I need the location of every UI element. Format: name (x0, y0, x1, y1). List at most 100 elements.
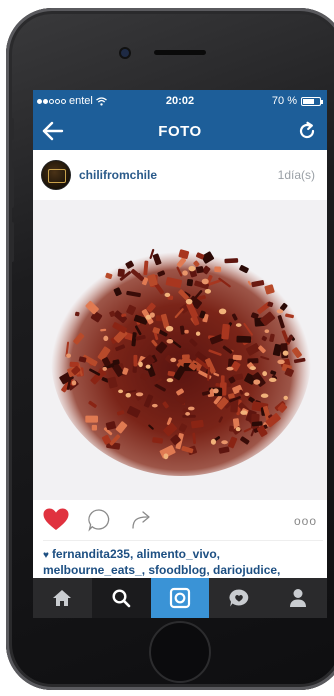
chili-seed (102, 366, 107, 371)
tab-search[interactable] (91, 578, 151, 618)
chili-flake (91, 424, 98, 431)
chili-seed (125, 392, 131, 398)
chili-seed (138, 361, 143, 368)
chili-seed (71, 380, 77, 386)
avatar-logo (48, 169, 66, 183)
post-actions: ooo (33, 500, 327, 540)
chili-flake (184, 329, 189, 334)
status-bar: entel 20:02 70 % (33, 90, 327, 112)
chili-seed (204, 288, 212, 294)
chili-seed (187, 406, 195, 411)
chili-flake (133, 354, 138, 367)
chili-flake (224, 258, 239, 264)
chili-seed (249, 366, 256, 371)
refresh-icon[interactable] (297, 121, 317, 141)
chili-seed (235, 427, 241, 432)
comment-icon[interactable] (87, 508, 111, 532)
battery-icon (301, 96, 323, 106)
post-header: chilifromchile 1día(s) (33, 150, 327, 200)
tab-bar (33, 578, 327, 618)
chili-seed (151, 403, 158, 408)
chili-seed (244, 392, 250, 397)
chili-seed (185, 298, 193, 305)
home-button[interactable] (149, 621, 211, 683)
heart-icon[interactable] (43, 508, 69, 531)
chili-flake (250, 413, 260, 429)
chili-seed (240, 410, 248, 415)
app-screen: entel 20:02 70 % FOTO chilifromchile 1dí… (33, 90, 327, 618)
chili-flake (280, 343, 289, 359)
post-photo[interactable] (33, 200, 327, 500)
chili-seed (264, 329, 270, 333)
page-title: FOTO (158, 123, 202, 140)
chili-seed (66, 353, 71, 358)
avatar[interactable] (41, 160, 71, 190)
chili-flake (236, 335, 252, 343)
profile-icon (289, 589, 306, 607)
volume-down-button (9, 222, 14, 262)
earpiece-speaker (154, 50, 206, 55)
chili-seed (182, 270, 188, 276)
camera-icon (169, 587, 191, 609)
chili-seed (276, 309, 284, 314)
chili-seed (213, 388, 219, 394)
chili-seed (145, 364, 151, 369)
likes-line: ♥ fernandita235, alimento_vivo, melbourne… (43, 540, 323, 577)
chili-seed (188, 265, 196, 272)
chili-seed (201, 278, 209, 285)
chili-seed (282, 350, 289, 356)
tab-activity[interactable] (209, 578, 268, 618)
chili-seed (210, 438, 217, 445)
chili-flakes-image (51, 240, 311, 476)
post-username[interactable]: chilifromchile (79, 168, 157, 182)
mute-switch (9, 118, 14, 140)
chili-seed (163, 453, 169, 460)
chili-seed (195, 331, 201, 336)
chili-flake (251, 421, 263, 427)
chili-flake (85, 415, 99, 423)
post-time: 1día(s) (277, 168, 315, 182)
battery-fill (303, 98, 314, 104)
chili-seed (268, 377, 277, 383)
more-options-button[interactable]: ooo (294, 514, 317, 528)
chili-seed (103, 335, 109, 341)
chili-seed (165, 325, 174, 332)
activity-icon (229, 589, 249, 607)
chili-seed (260, 393, 269, 398)
chili-seed (118, 389, 124, 394)
likes-users[interactable]: fernandita235, alimento_vivo, melbourne_… (43, 547, 280, 577)
nav-bar: FOTO (33, 112, 327, 150)
chili-seed (149, 312, 155, 318)
chili-flake (195, 266, 204, 274)
chili-flake (232, 354, 242, 361)
chili-seed (164, 292, 171, 297)
home-icon (53, 590, 72, 606)
front-camera (121, 49, 129, 57)
tab-camera[interactable] (150, 578, 210, 618)
tab-home[interactable] (33, 578, 92, 618)
chili-flake (247, 358, 259, 364)
chili-seed (283, 395, 288, 400)
chili-seed (166, 338, 174, 344)
chili-flake (186, 278, 194, 287)
chili-seed (253, 379, 261, 385)
chili-seed (185, 411, 191, 416)
chili-seed (166, 378, 174, 383)
chili-flake (181, 354, 190, 359)
chili-seed (235, 323, 242, 327)
chili-seed (226, 366, 234, 371)
chili-seed (135, 392, 144, 397)
chili-seed (221, 440, 228, 445)
battery-status: 70 % (271, 95, 323, 107)
chili-flake (228, 425, 234, 432)
chili-flake (214, 266, 222, 273)
share-icon[interactable] (131, 508, 153, 530)
chili-seed (277, 359, 285, 365)
tab-profile[interactable] (268, 578, 327, 618)
volume-up-button (9, 168, 14, 208)
search-icon (112, 589, 131, 608)
small-heart-icon: ♥ (43, 550, 49, 561)
battery-percentage: 70 % (271, 95, 297, 107)
chili-seed (170, 357, 177, 363)
chili-seed (262, 371, 268, 377)
